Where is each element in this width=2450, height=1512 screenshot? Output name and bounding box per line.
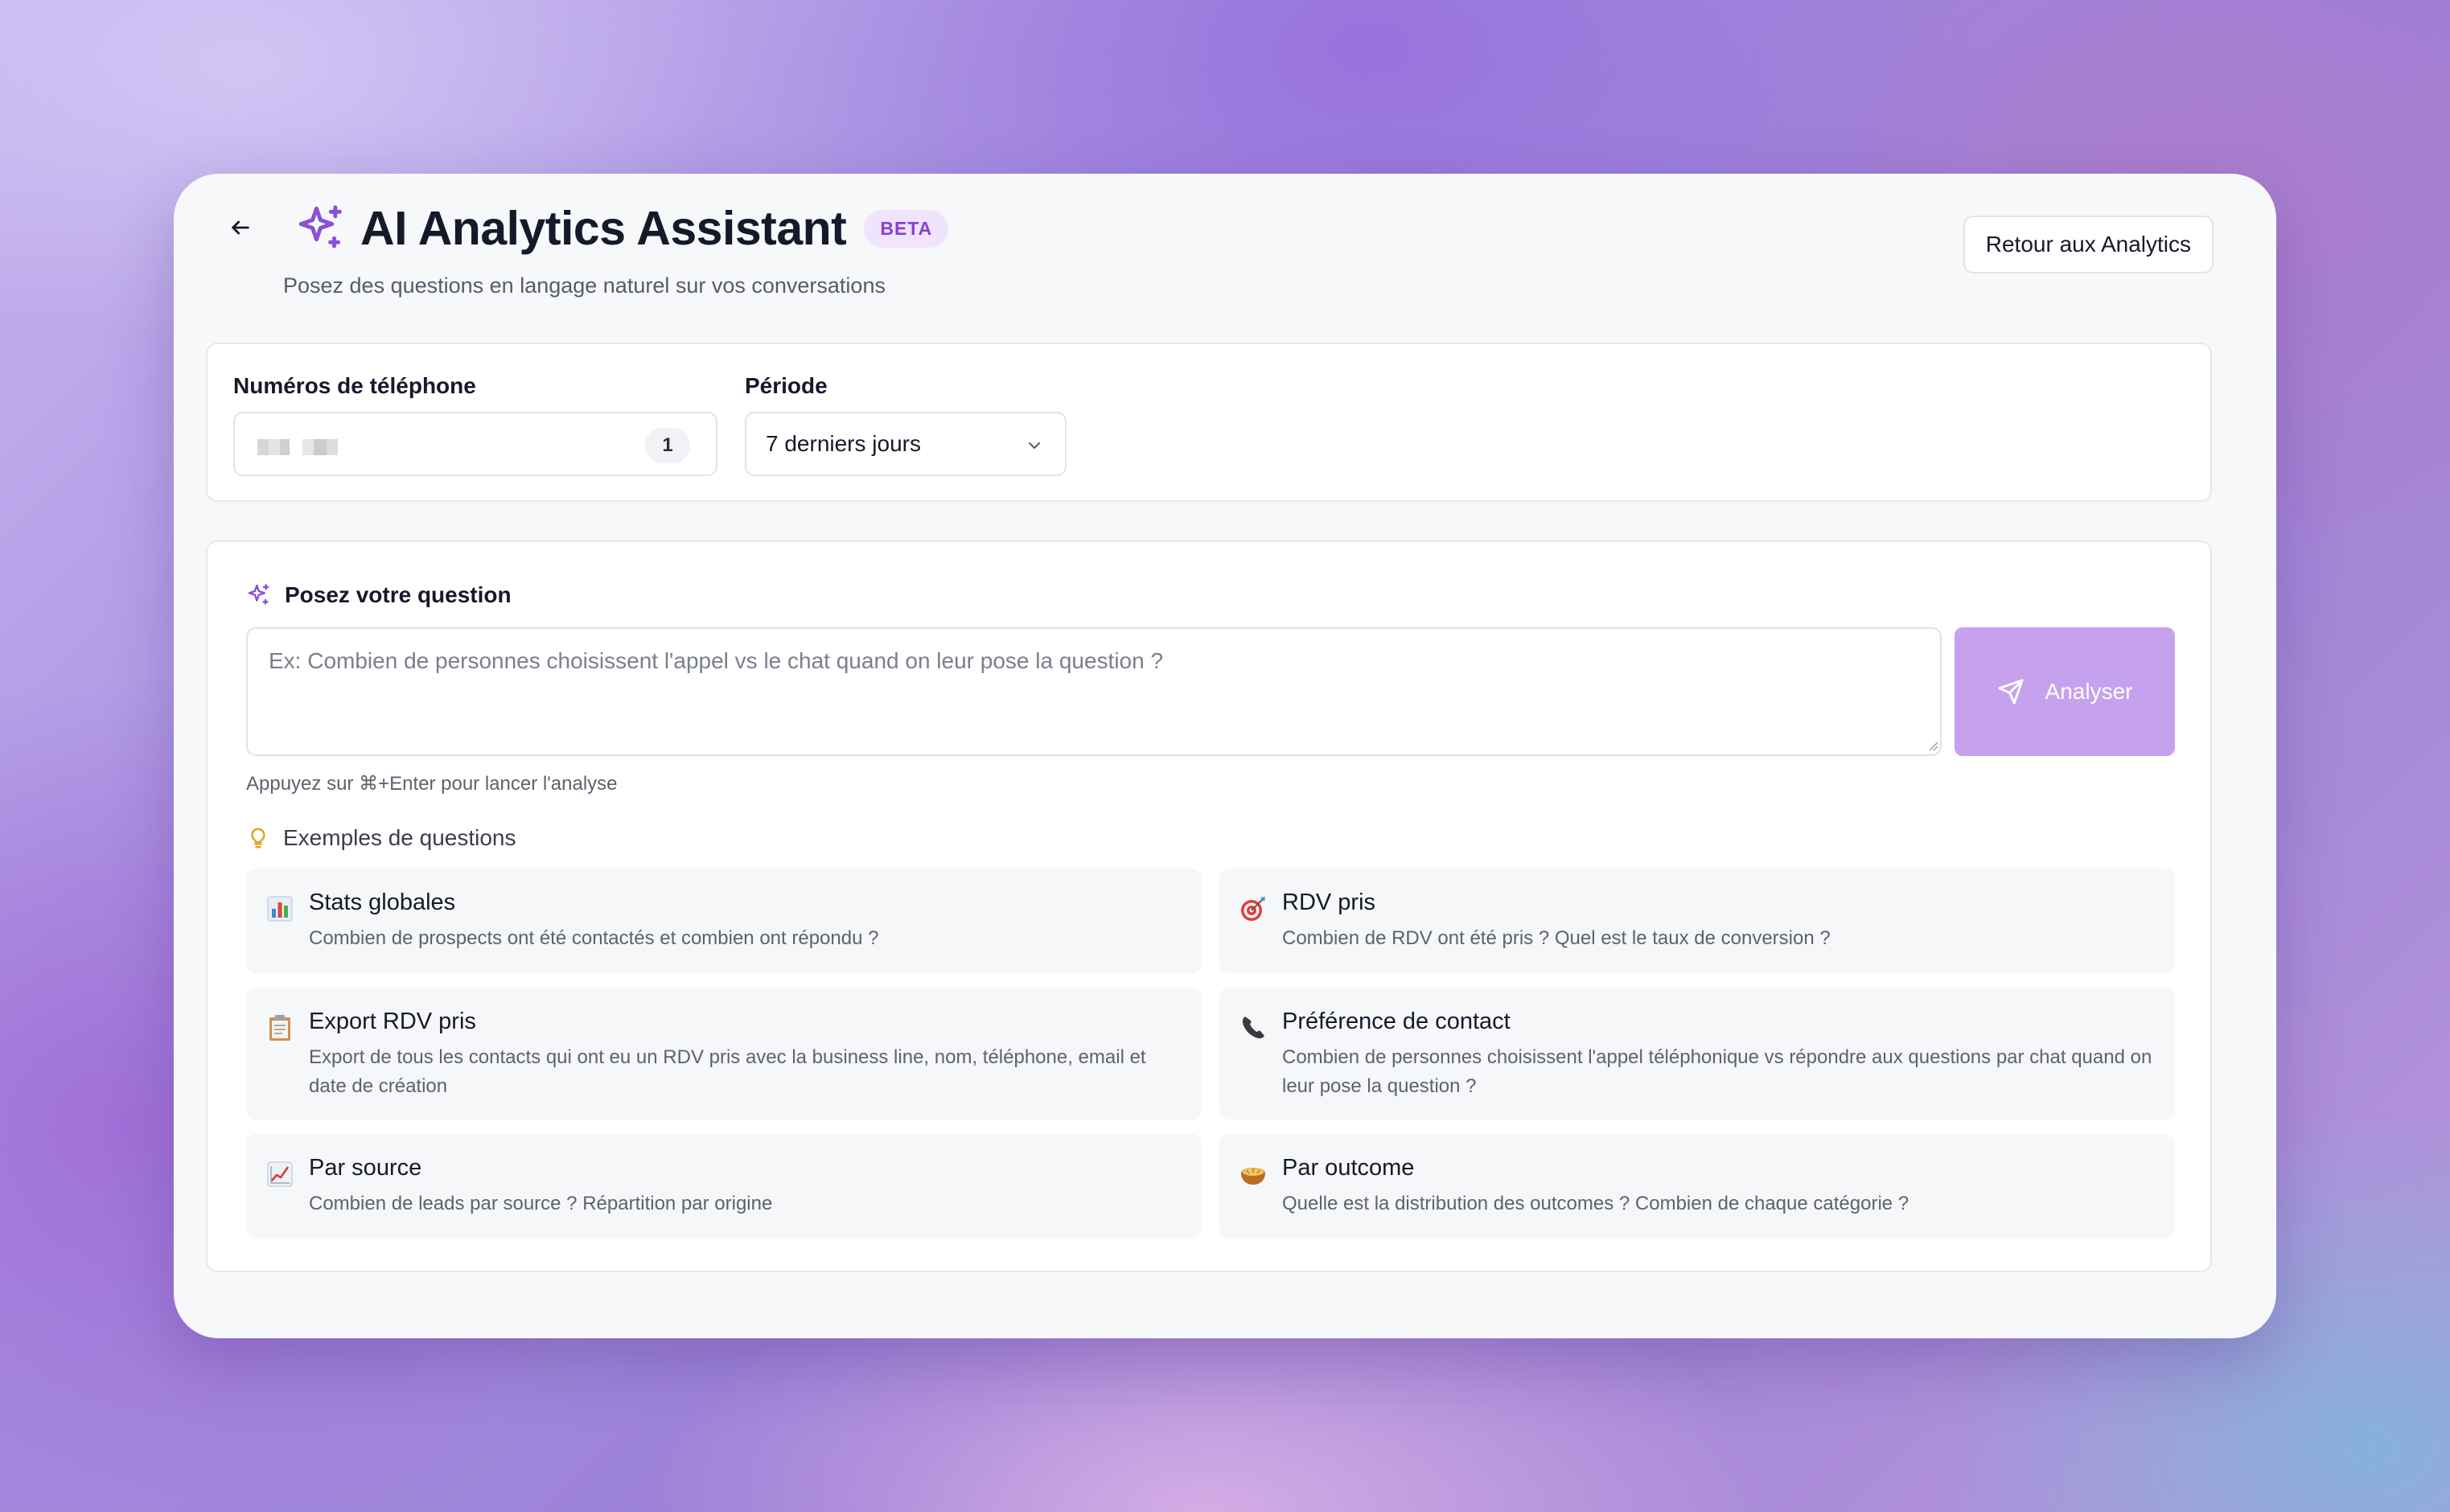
example-description: Combien de RDV ont été pris ? Quel est l… (1282, 927, 1831, 949)
analyze-button[interactable]: Analyser (1955, 627, 2175, 756)
example-title: Préférence de contact (1282, 1009, 1511, 1034)
resize-handle-icon[interactable] (1926, 738, 1938, 751)
examples-grid: Stats globales Combien de prospects ont … (246, 869, 2175, 1239)
examples-header: Exemples de questions (246, 825, 516, 851)
example-title: Stats globales (309, 890, 456, 915)
example-preference-de-contact[interactable]: Préférence de contact Combien de personn… (1219, 988, 2175, 1120)
pie-icon (1241, 1168, 1265, 1185)
filters-card: Numéros de téléphone 1 Période 7 dernier… (206, 343, 2212, 502)
sparkles-icon (248, 584, 269, 605)
page-header: AI Analytics Assistant BETA (294, 190, 949, 267)
example-description: Combien de leads par source ? Répartitio… (309, 1193, 773, 1214)
question-input[interactable] (246, 627, 1942, 756)
example-par-outcome[interactable]: Par outcome Quelle est la distribution d… (1219, 1134, 2175, 1239)
phone-numbers-label: Numéros de téléphone (233, 373, 476, 398)
beta-badge: BETA (864, 209, 949, 248)
target-icon (1241, 897, 1265, 921)
example-title: RDV pris (1282, 890, 1376, 915)
question-card: Posez votre question Analyser Appuyez su… (206, 540, 2212, 1272)
examples-title: Exemples de questions (283, 825, 516, 850)
example-description: Quelle est la distribution des outcomes … (1282, 1193, 1909, 1214)
example-stats-globales[interactable]: Stats globales Combien de prospects ont … (246, 869, 1202, 973)
period-label: Période (745, 373, 828, 398)
keyboard-hint: Appuyez sur ⌘+Enter pour lancer l'analys… (246, 773, 618, 795)
page-title: AI Analytics Assistant (360, 202, 847, 255)
example-par-source[interactable]: Par source Combien de leads par source ?… (246, 1134, 1202, 1239)
send-icon (1997, 679, 2024, 705)
back-to-analytics-button[interactable]: Retour aux Analytics (1963, 216, 2214, 273)
period-select[interactable]: 7 derniers jours (745, 412, 1067, 476)
question-header: Posez votre question (246, 582, 512, 608)
app-window: AI Analytics Assistant BETA Posez des qu… (174, 174, 2276, 1338)
back-arrow-button[interactable] (211, 198, 270, 257)
redacted-phone-number (302, 439, 338, 455)
phone-numbers-select[interactable]: 1 (233, 412, 717, 476)
arrow-left-icon (232, 220, 249, 235)
lightbulb-icon (251, 828, 265, 848)
chevron-down-icon (1028, 442, 1041, 450)
clipboard-icon (269, 1015, 290, 1041)
example-title: Par source (309, 1155, 422, 1181)
page-subtitle: Posez des questions en langage naturel s… (283, 273, 886, 298)
bar-chart-icon (267, 896, 293, 922)
example-description: Export de tous les contacts qui ont eu u… (309, 1046, 1146, 1097)
example-description: Combien de personnes choisissent l'appel… (1282, 1046, 2152, 1097)
trend-chart-icon (267, 1161, 293, 1187)
example-export-rdv-pris[interactable]: Export RDV pris Export de tous les conta… (246, 988, 1202, 1120)
period-value: 7 derniers jours (766, 431, 921, 456)
phone-icon (1242, 1017, 1264, 1039)
example-rdv-pris[interactable]: RDV pris Combien de RDV ont été pris ? Q… (1219, 869, 2175, 973)
redacted-phone-number (257, 439, 290, 455)
example-title: Export RDV pris (309, 1009, 476, 1034)
example-description: Combien de prospects ont été contactés e… (309, 927, 879, 949)
analyze-button-label: Analyser (2045, 679, 2133, 704)
question-title: Posez votre question (285, 582, 512, 607)
selected-count-badge: 1 (645, 428, 690, 463)
example-title: Par outcome (1282, 1155, 1415, 1181)
sparkles-icon (298, 205, 342, 249)
